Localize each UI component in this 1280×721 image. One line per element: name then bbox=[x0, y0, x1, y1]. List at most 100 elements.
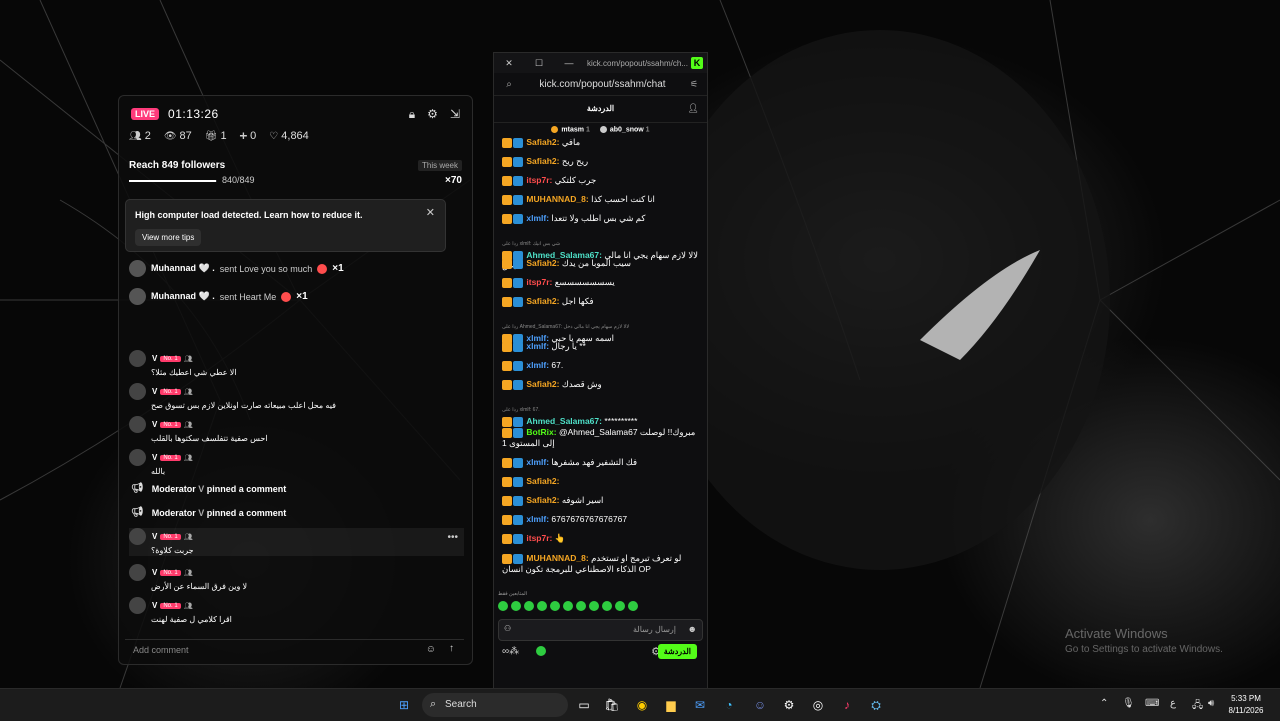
kick-logo-icon: K bbox=[691, 57, 703, 69]
chat-username[interactable]: Safiah2: bbox=[526, 156, 559, 166]
volume-icon[interactable]: 🔊︎ bbox=[1208, 698, 1214, 709]
chat-username[interactable]: xlmlf: bbox=[526, 213, 549, 223]
add-comment-input[interactable]: Add comment bbox=[133, 645, 189, 655]
chat-text: فك التشفير فهد مشفرها bbox=[551, 457, 638, 467]
chat-username[interactable]: Safiah2: bbox=[526, 258, 559, 268]
kick-badge-icon[interactable] bbox=[536, 646, 546, 656]
tune-icon[interactable]: ⚟ bbox=[681, 79, 707, 90]
chat-input[interactable]: ⚇ إرسال رسالة ☻ bbox=[498, 619, 703, 641]
chat-username[interactable]: Safiah2: bbox=[526, 137, 559, 147]
avatar bbox=[129, 449, 146, 466]
language-indicator[interactable]: ع bbox=[1170, 698, 1176, 709]
file-explorer-icon[interactable]: ▆ bbox=[661, 695, 681, 715]
goal-progress-text: 840/849 bbox=[222, 175, 255, 185]
chat-username[interactable]: Safiah2: bbox=[526, 495, 559, 505]
maximize-icon[interactable]: ☐ bbox=[524, 58, 554, 69]
close-icon[interactable]: ✕ bbox=[494, 58, 524, 69]
week-label: This week bbox=[417, 160, 462, 171]
close-icon[interactable]: ✕ bbox=[426, 206, 435, 219]
emote-icon[interactable] bbox=[563, 601, 573, 611]
coin-icon bbox=[551, 126, 559, 134]
emote-icon[interactable] bbox=[511, 601, 521, 611]
emote-icon[interactable] bbox=[602, 601, 612, 611]
emote-icon[interactable] bbox=[498, 601, 508, 611]
chat-text: يا رجال ** bbox=[551, 341, 586, 351]
badge-icon bbox=[502, 533, 512, 544]
group-icon: 👥︎ bbox=[183, 602, 193, 610]
emote-icon[interactable] bbox=[615, 601, 625, 611]
edge-icon[interactable]: ◔ bbox=[719, 695, 739, 715]
chat-username[interactable]: Ahmed_Salama67: bbox=[526, 416, 602, 426]
emote-icon[interactable] bbox=[537, 601, 547, 611]
chat-message: BotRix: @Ahmed_Salama67 مبروك!! لوصلت إل… bbox=[502, 427, 702, 449]
more-options-icon[interactable]: ••• bbox=[447, 532, 458, 543]
comment[interactable]: V No. 1 👥︎ جربت كلاوة؟ bbox=[129, 528, 464, 556]
emoji-icon[interactable]: ☻ bbox=[688, 624, 697, 634]
chat-text: جرب كلتكي bbox=[554, 175, 597, 185]
chat-username[interactable]: xlmlf: bbox=[526, 514, 549, 524]
store-icon[interactable]: 🛍︎ bbox=[602, 695, 622, 715]
link-icon[interactable]: ⚇ bbox=[504, 624, 511, 633]
discord-icon[interactable]: ☺ bbox=[750, 695, 770, 715]
avatar bbox=[129, 564, 146, 581]
taskbar-search[interactable]: ⌕ Search bbox=[422, 693, 568, 717]
taskbar-clock[interactable]: 5:33 PM 8/11/2026 bbox=[1226, 693, 1266, 717]
chat-text: 👆 bbox=[554, 533, 566, 543]
windows-start-icon[interactable]: ⊞ bbox=[394, 695, 414, 715]
chat-username[interactable]: BotRix: bbox=[526, 427, 556, 437]
emote-icon[interactable] bbox=[628, 601, 638, 611]
obs-icon[interactable]: ◎ bbox=[808, 695, 828, 715]
infinity-icon[interactable]: ∞⁂ bbox=[502, 646, 519, 657]
settings-icon[interactable]: ⚙︎ bbox=[427, 107, 438, 122]
chat-username[interactable]: itsp7r: bbox=[526, 277, 552, 287]
users-icon[interactable]: 👤︎ bbox=[688, 103, 699, 114]
avatar bbox=[129, 288, 146, 305]
add-comment-bar[interactable]: Add comment ☺ ↑ bbox=[125, 639, 464, 660]
emote-icon[interactable] bbox=[576, 601, 586, 611]
chat-username[interactable]: itsp7r: bbox=[526, 175, 552, 185]
outlook-icon[interactable]: ✉︎ bbox=[690, 695, 710, 715]
emote-icon[interactable] bbox=[589, 601, 599, 611]
network-icon[interactable]: 🖧︎ bbox=[1192, 698, 1203, 715]
chat-username[interactable]: xlmlf: bbox=[526, 457, 549, 467]
steam-icon[interactable]: ⛭ bbox=[866, 695, 886, 715]
chat-username[interactable]: Safiah2: bbox=[526, 476, 559, 486]
view-tips-button[interactable]: View more tips bbox=[135, 229, 202, 246]
send-button[interactable]: الدردشة bbox=[657, 644, 697, 659]
task-view-icon[interactable]: ▭ bbox=[574, 695, 594, 715]
microphone-icon[interactable]: 🎙︎ bbox=[1122, 698, 1135, 709]
chrome-icon[interactable]: ◉ bbox=[632, 695, 652, 715]
avatar bbox=[129, 350, 146, 367]
chat-username[interactable]: xlmlf: bbox=[526, 341, 549, 351]
emoji-icon[interactable]: ☺ bbox=[426, 644, 436, 655]
popout-icon[interactable]: ⇲ bbox=[450, 107, 460, 122]
minimize-icon[interactable]: — bbox=[554, 58, 584, 68]
chat-username[interactable]: MUHANNAD_8: bbox=[526, 194, 588, 204]
chat-username[interactable]: itsp7r: bbox=[526, 533, 552, 543]
chat-username[interactable]: xlmlf: bbox=[526, 360, 549, 370]
chat-username[interactable]: Safiah2: bbox=[526, 379, 559, 389]
badge-icon bbox=[513, 194, 523, 205]
badge-icon bbox=[513, 258, 523, 269]
badge-icon bbox=[513, 514, 523, 525]
chat-text: انا كنت احسب كذا bbox=[591, 194, 655, 204]
chat-text: وش قصدك bbox=[561, 379, 602, 389]
badge-icon bbox=[502, 258, 512, 269]
rank-badge: No. 1 bbox=[160, 421, 181, 428]
emote-icon[interactable] bbox=[524, 601, 534, 611]
chat-text: سيب الموبا من يدك bbox=[561, 258, 632, 268]
follow-icon: ➕︎ bbox=[239, 131, 248, 142]
chat-username[interactable]: Safiah2: bbox=[526, 296, 559, 306]
settings-gear-icon[interactable]: ⚙︎ bbox=[779, 695, 799, 715]
url-field[interactable]: kick.com/popout/ssahm/chat bbox=[524, 79, 681, 90]
avatar bbox=[129, 597, 146, 614]
chevron-up-icon[interactable]: ⌃ bbox=[1100, 698, 1108, 709]
address-bar[interactable]: ⌕ kick.com/popout/ssahm/chat ⚟ bbox=[494, 73, 707, 96]
send-icon[interactable]: ↑ bbox=[449, 643, 454, 654]
tiktok-icon[interactable]: ♪ bbox=[837, 695, 857, 715]
lock-icon[interactable]: 🔒︎ bbox=[409, 107, 415, 122]
emote-icon[interactable] bbox=[550, 601, 560, 611]
chat-text: ريح ريح bbox=[561, 156, 589, 166]
chat-username[interactable]: MUHANNAD_8: bbox=[526, 553, 588, 563]
keyboard-icon[interactable]: ⌨︎ bbox=[1145, 698, 1159, 709]
